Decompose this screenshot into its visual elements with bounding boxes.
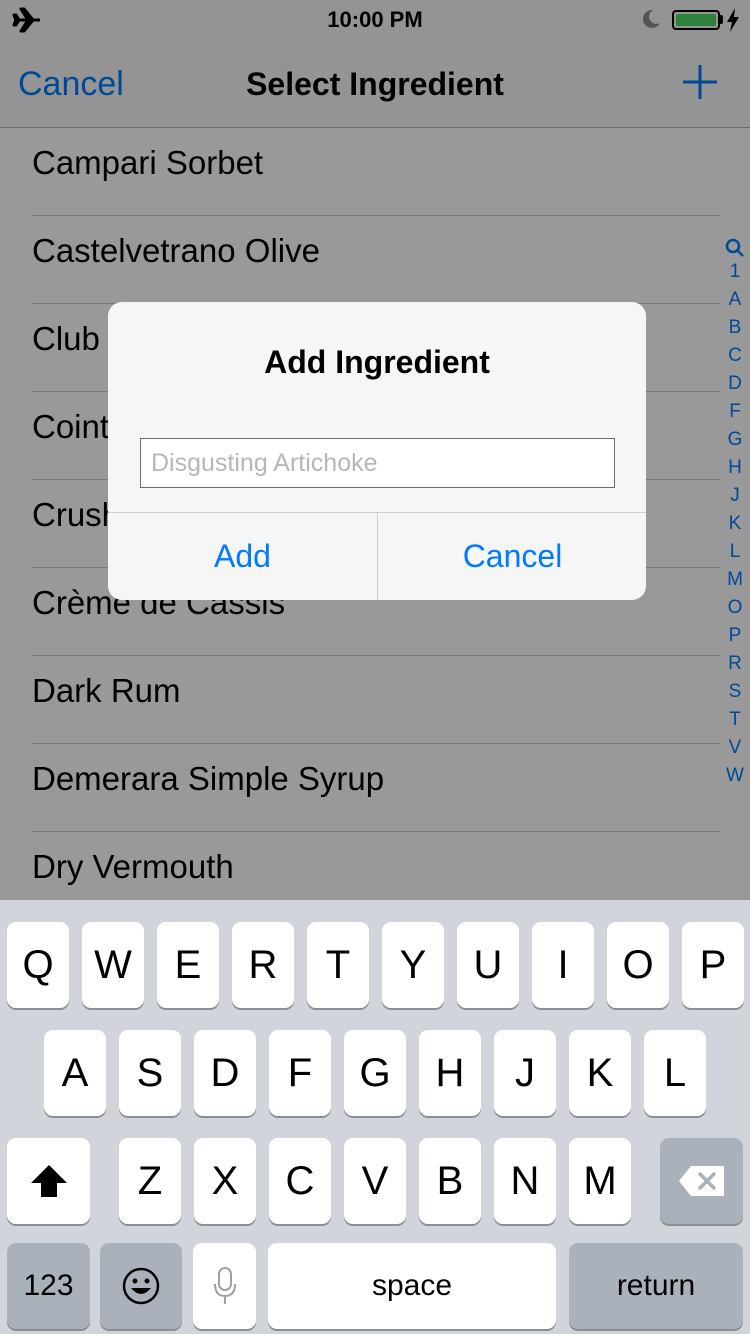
microphone-icon xyxy=(213,1267,236,1304)
key-h[interactable]: H xyxy=(419,1030,481,1116)
shift-icon xyxy=(30,1165,67,1197)
key-i[interactable]: I xyxy=(532,922,594,1008)
key-e[interactable]: E xyxy=(157,922,219,1008)
key-d[interactable]: D xyxy=(194,1030,256,1116)
key-u[interactable]: U xyxy=(457,922,519,1008)
ingredient-input[interactable] xyxy=(141,439,614,487)
add-ingredient-alert: Add Ingredient Add Cancel xyxy=(108,302,646,600)
key-t[interactable]: T xyxy=(307,922,369,1008)
key-f[interactable]: F xyxy=(269,1030,331,1116)
alert-title: Add Ingredient xyxy=(264,344,490,380)
shift-key[interactable] xyxy=(7,1138,90,1224)
key-r[interactable]: R xyxy=(232,922,294,1008)
key-w[interactable]: W xyxy=(82,922,144,1008)
key-k[interactable]: K xyxy=(569,1030,631,1116)
return-key[interactable]: return xyxy=(569,1243,743,1329)
key-o[interactable]: O xyxy=(607,922,669,1008)
key-z[interactable]: Z xyxy=(119,1138,181,1224)
space-key[interactable]: space xyxy=(268,1243,556,1329)
key-l[interactable]: L xyxy=(644,1030,706,1116)
emoji-icon xyxy=(122,1267,160,1305)
key-c[interactable]: C xyxy=(269,1138,331,1224)
delete-key[interactable] xyxy=(660,1138,743,1224)
key-g[interactable]: G xyxy=(344,1030,406,1116)
key-j[interactable]: J xyxy=(494,1030,556,1116)
dictation-key[interactable] xyxy=(193,1243,256,1329)
key-p[interactable]: P xyxy=(682,922,744,1008)
keyboard: Q W E R T Y U I O P A S D F G H J K L Z … xyxy=(0,900,750,1334)
key-b[interactable]: B xyxy=(419,1138,481,1224)
key-a[interactable]: A xyxy=(44,1030,106,1116)
add-button[interactable]: Add xyxy=(108,513,377,600)
ingredient-input-field[interactable] xyxy=(140,438,615,488)
numbers-key[interactable]: 123 xyxy=(7,1243,90,1329)
cancel-button[interactable]: Cancel xyxy=(378,513,646,600)
key-s[interactable]: S xyxy=(119,1030,181,1116)
backspace-icon xyxy=(678,1166,724,1196)
key-v[interactable]: V xyxy=(344,1138,406,1224)
emoji-key[interactable] xyxy=(100,1243,182,1329)
key-x[interactable]: X xyxy=(194,1138,256,1224)
key-q[interactable]: Q xyxy=(7,922,69,1008)
key-n[interactable]: N xyxy=(494,1138,556,1224)
key-m[interactable]: M xyxy=(569,1138,631,1224)
key-y[interactable]: Y xyxy=(382,922,444,1008)
